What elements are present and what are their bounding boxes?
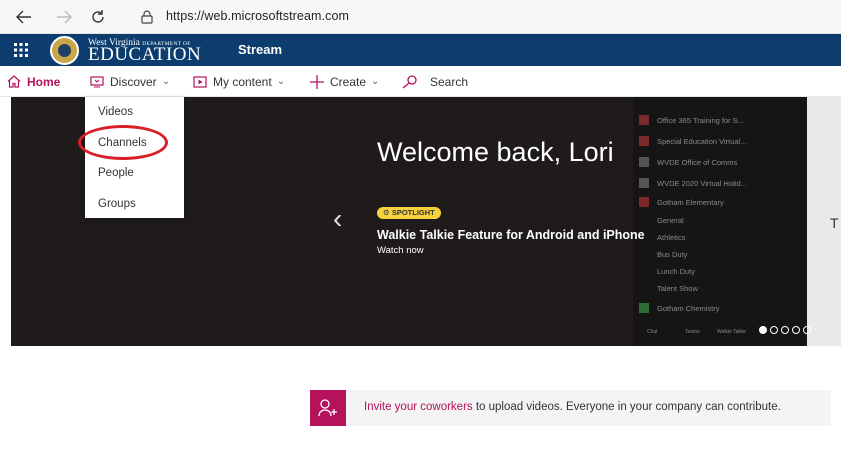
panel-bottom-chat: Chat — [647, 329, 658, 335]
menu-item-people[interactable]: People — [98, 167, 134, 179]
nav-home[interactable]: Home — [7, 66, 60, 97]
url-text: https://web.microsoftstream.com — [166, 9, 350, 23]
panel-row: General — [657, 216, 684, 225]
carousel-dot[interactable] — [803, 326, 811, 334]
carousel-dot[interactable] — [792, 326, 800, 334]
panel-row: WVDE 2020 Virtual Holid... — [639, 178, 747, 188]
panel-row: Talent Show — [657, 284, 698, 293]
lock-icon — [140, 9, 156, 25]
panel-row: Gotham Chemistry — [639, 303, 720, 313]
app-name[interactable]: Stream — [238, 42, 282, 57]
carousel-dot[interactable] — [759, 326, 767, 334]
panel-row: Lunch Duty — [657, 267, 695, 276]
invite-banner: Invite your coworkers to upload videos. … — [310, 390, 831, 426]
nav-discover-label: Discover — [110, 74, 157, 89]
nav-create-label: Create — [330, 74, 367, 89]
hero-next-slide-preview: T — [807, 97, 841, 346]
carousel-dot[interactable] — [770, 326, 778, 334]
nav-search[interactable]: Search — [402, 66, 468, 97]
panel-row: Gotham Elementary — [639, 197, 724, 207]
carousel-dots — [759, 326, 811, 334]
panel-bottom-walkie: Walkie Talkie — [717, 329, 746, 335]
stream-page: https://web.microsoftstream.com West Vir… — [0, 0, 841, 456]
nav-my-content-label: My content — [213, 74, 272, 89]
watch-now-link[interactable]: Watch now — [377, 245, 424, 256]
carousel-dot[interactable] — [781, 326, 789, 334]
panel-row: Bus Duty — [657, 250, 688, 259]
create-icon — [310, 74, 324, 89]
panel-row: Athletics — [657, 233, 686, 242]
home-icon — [7, 75, 21, 88]
nav-search-label: Search — [430, 74, 469, 89]
invite-text: Invite your coworkers to upload videos. … — [364, 401, 781, 413]
browser-toolbar: https://web.microsoftstream.com — [0, 0, 841, 34]
discover-icon — [90, 75, 104, 88]
panel-row: Office 365 Training for S... — [639, 115, 744, 125]
menu-item-videos[interactable]: Videos — [98, 106, 133, 118]
chevron-down-icon: ⌄ — [161, 76, 171, 87]
org-logo[interactable]: West Virginia DEPARTMENT OF EDUCATION — [50, 35, 220, 65]
panel-bottom-teams: Teams — [685, 329, 700, 335]
preview-letter: T — [830, 215, 839, 231]
address-bar[interactable]: https://web.microsoftstream.com — [128, 6, 841, 28]
spotlight-title[interactable]: Walkie Talkie Feature for Android and iP… — [377, 228, 645, 242]
logo-main-text: EDUCATION — [88, 44, 202, 65]
nav-create[interactable]: Create ⌄ — [310, 66, 379, 97]
my-content-icon — [193, 75, 207, 88]
app-header: West Virginia DEPARTMENT OF EDUCATION St… — [0, 34, 841, 66]
waffle-icon[interactable] — [14, 43, 28, 57]
nav-discover[interactable]: Discover ⌄ — [90, 66, 170, 97]
chevron-down-icon: ⌄ — [371, 76, 380, 87]
nav-bar: Home Discover ⌄ My content ⌄ Create ⌄ Se… — [0, 66, 841, 97]
back-icon[interactable] — [14, 7, 34, 27]
search-icon — [402, 74, 417, 88]
invite-coworkers-link[interactable]: Invite your coworkers — [364, 401, 473, 413]
refresh-icon[interactable] — [88, 7, 108, 27]
panel-row: Special Education Virtual... — [639, 136, 747, 146]
welcome-heading: Welcome back, Lori — [377, 137, 614, 167]
channels-highlight-annotation — [78, 125, 168, 160]
menu-item-groups[interactable]: Groups — [98, 198, 136, 210]
chevron-left-icon[interactable]: ‹ — [333, 205, 342, 233]
forward-icon[interactable] — [54, 7, 74, 27]
spotlight-badge: ⚙ SPOTLIGHT — [377, 207, 441, 219]
nav-my-content[interactable]: My content ⌄ — [193, 66, 285, 97]
invite-rest-text: to upload videos. Everyone in your compa… — [472, 401, 781, 413]
add-person-icon — [310, 390, 346, 426]
seal-icon — [50, 36, 79, 65]
nav-home-label: Home — [27, 74, 61, 89]
chevron-down-icon: ⌄ — [276, 76, 286, 87]
panel-row: WVDE Office of Comms — [639, 157, 737, 167]
teams-screenshot-panel: Office 365 Training for S... Special Edu… — [633, 97, 807, 346]
